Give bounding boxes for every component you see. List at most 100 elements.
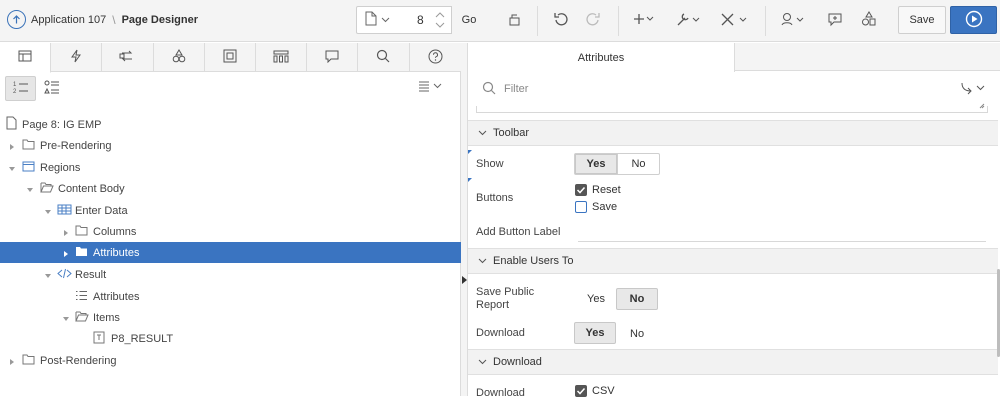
collapse-arrow-icon[interactable] <box>62 314 70 322</box>
show-toggle: Yes No <box>574 153 660 175</box>
reset-checkbox[interactable] <box>575 184 587 196</box>
go-button[interactable]: Go <box>451 6 486 34</box>
filter-row: Filter <box>468 71 1000 107</box>
page-number-stepper[interactable] <box>434 9 446 31</box>
create-menu-button[interactable] <box>628 7 660 33</box>
tab-comments[interactable] <box>307 43 359 72</box>
chevron-down-icon <box>478 127 487 139</box>
tree-node-page[interactable]: Page 8: IG EMP <box>0 114 461 135</box>
save-public-report-label: Save Public Report <box>476 286 534 312</box>
section-toolbar[interactable]: Toolbar <box>468 120 998 146</box>
expand-arrow-icon[interactable] <box>62 228 70 236</box>
text-field-icon <box>93 331 105 347</box>
run-page-button[interactable] <box>950 6 997 34</box>
page-icon <box>6 116 17 133</box>
collapse-arrow-icon[interactable] <box>26 185 34 193</box>
show-no-option[interactable]: No <box>617 154 659 174</box>
grouped-list-icon <box>43 80 60 97</box>
chevron-down-icon[interactable] <box>381 14 390 26</box>
collapse-right-arrow-icon[interactable] <box>462 275 467 287</box>
filter-input[interactable]: Filter <box>504 83 528 95</box>
undo-button[interactable] <box>548 7 574 33</box>
page-selector: 8 Go <box>356 6 486 34</box>
team-dev-menu-button[interactable] <box>778 7 810 33</box>
download-yes-option[interactable]: Yes <box>574 322 616 344</box>
redo-button[interactable] <box>580 7 606 33</box>
numbered-view-button[interactable]: 12 <box>5 76 36 101</box>
expand-arrow-icon[interactable] <box>8 357 16 365</box>
save-checkbox-label: Save <box>592 201 618 213</box>
tree-node-label: Post-Rendering <box>40 354 117 367</box>
tab-gallery[interactable] <box>256 43 308 72</box>
expand-arrow-icon[interactable] <box>8 142 16 150</box>
save-button[interactable]: Save <box>898 6 946 34</box>
page-number-input[interactable]: 8 <box>417 13 424 27</box>
folder-icon <box>22 139 35 153</box>
collapse-arrow-icon[interactable] <box>8 164 16 172</box>
undo-icon <box>553 11 569 30</box>
gallery-icon <box>273 50 289 66</box>
download-no-option[interactable]: No <box>630 328 644 340</box>
search-icon <box>482 81 496 98</box>
tab-dynamic-actions[interactable] <box>51 43 103 72</box>
application-link[interactable]: Application 107 <box>31 14 106 26</box>
lock-icon <box>506 11 522 30</box>
save-checkbox[interactable] <box>575 201 587 213</box>
tree-node-p8-result[interactable]: P8_RESULT <box>0 328 461 349</box>
go-to-group-icon[interactable] <box>960 81 988 98</box>
save-public-no-option[interactable]: No <box>616 288 658 310</box>
tree-node-label: Result <box>75 268 107 281</box>
hamburger-menu-icon <box>418 81 444 95</box>
tab-rendering[interactable] <box>0 43 52 73</box>
tab-help[interactable] <box>410 43 461 72</box>
tab-search[interactable] <box>358 43 410 72</box>
tree-node-result-attributes[interactable]: Attributes <box>0 286 461 307</box>
plus-icon <box>633 13 655 28</box>
tree-node-enter-data[interactable]: Enter Data <box>0 200 461 221</box>
comments-button[interactable] <box>822 7 848 33</box>
section-download[interactable]: Download <box>468 349 998 375</box>
shared-tools-menu-button[interactable] <box>718 7 752 33</box>
grouped-view-button[interactable] <box>36 76 67 101</box>
team-icon <box>780 11 808 30</box>
expand-arrow-icon[interactable] <box>62 249 70 257</box>
shared-components-button[interactable] <box>856 7 882 33</box>
add-button-label-input[interactable] <box>578 241 986 242</box>
collapse-arrow-icon[interactable] <box>44 207 52 215</box>
region-icon <box>22 161 35 175</box>
download-label: Download <box>476 327 525 339</box>
tab-shared-components[interactable] <box>154 43 205 72</box>
show-yes-option[interactable]: Yes <box>575 154 617 174</box>
tree-node-label: Pre-Rendering <box>40 139 112 152</box>
tree-node-content-body[interactable]: Content Body <box>0 178 461 199</box>
csv-checkbox[interactable] <box>575 385 587 397</box>
processing-icon <box>119 49 135 66</box>
tree-node-pre-rendering[interactable]: Pre-Rendering <box>0 135 461 156</box>
collapse-arrow-icon[interactable] <box>44 271 52 279</box>
up-arrow-icon[interactable] <box>7 10 26 29</box>
tab-component-view[interactable] <box>205 43 256 72</box>
tree-node-regions[interactable]: Regions <box>0 157 461 178</box>
tab-attributes[interactable]: Attributes <box>468 43 735 72</box>
tree-node-result[interactable]: Result <box>0 264 461 285</box>
breadcrumb: Application 107 \ Page Designer <box>7 10 198 29</box>
tree-menu-button[interactable] <box>418 80 444 95</box>
tree-node-post-rendering[interactable]: Post-Rendering <box>0 350 461 371</box>
save-public-yes-option[interactable]: Yes <box>587 293 605 305</box>
folder-icon <box>75 225 88 239</box>
page-icon <box>365 11 377 29</box>
left-pane: 12 Page 8: IG EMP Pre-Rendering Regions <box>0 43 461 396</box>
resize-handle-icon[interactable] <box>979 100 985 112</box>
tree-node-items[interactable]: Items <box>0 307 461 328</box>
section-enable-users-to[interactable]: Enable Users To <box>468 248 998 274</box>
tree-node-attributes-selected[interactable]: Attributes <box>0 242 461 263</box>
interactive-grid-icon <box>57 204 72 218</box>
tree-node-columns[interactable]: Columns <box>0 221 461 242</box>
lock-page-button[interactable] <box>500 7 528 33</box>
tab-processing[interactable] <box>102 43 154 72</box>
left-pane-tabs <box>0 43 461 73</box>
play-icon <box>965 10 983 31</box>
breadcrumb-separator: \ <box>112 12 116 27</box>
pane-splitter[interactable] <box>461 43 468 396</box>
utilities-menu-button[interactable] <box>673 7 705 33</box>
